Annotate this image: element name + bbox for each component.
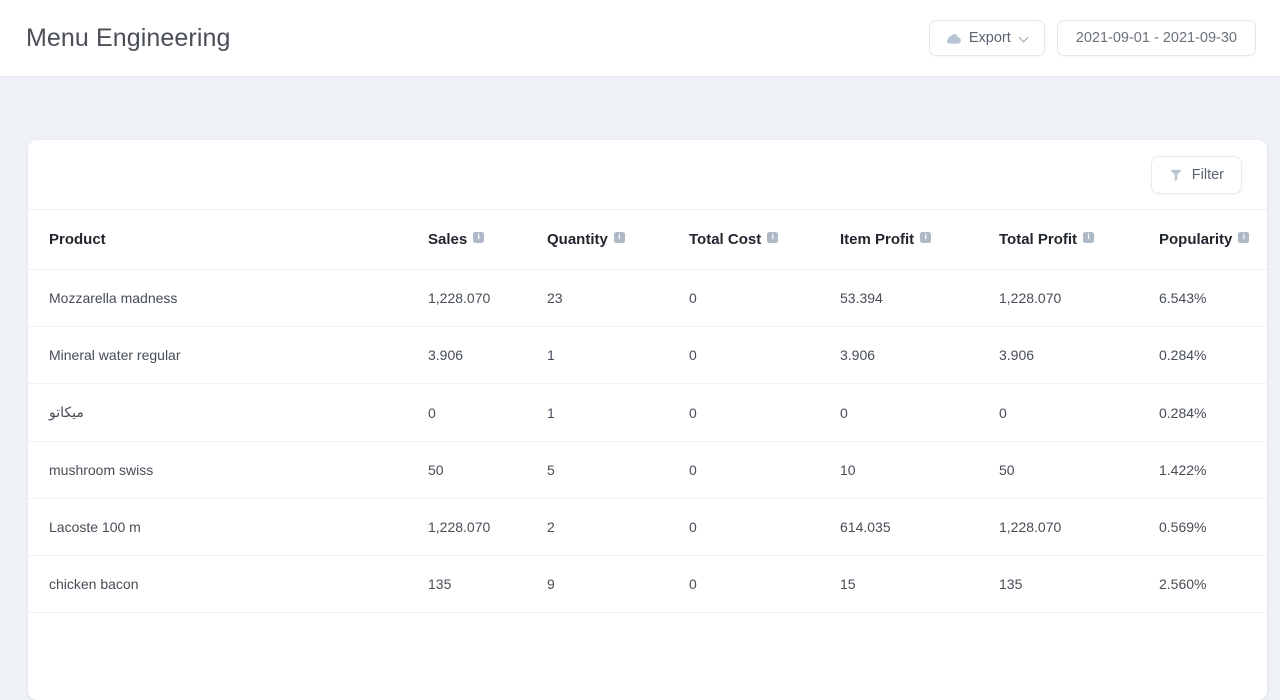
cell-quantity: 9 — [547, 556, 689, 613]
funnel-icon — [1169, 168, 1183, 182]
column-header-total-profit-label: Total Profit — [999, 231, 1077, 248]
cell-item-profit: 614.035 — [840, 499, 999, 556]
cell-total-profit: 135 — [999, 556, 1159, 613]
cell-total-profit: 1,228.070 — [999, 270, 1159, 327]
info-icon-total-profit[interactable] — [1083, 232, 1094, 243]
cell-total-cost: 0 — [689, 499, 840, 556]
top-header-bar: Menu Engineering Export 2021-09-01 - 202… — [0, 0, 1280, 77]
export-button-label: Export — [969, 30, 1011, 46]
cell-total-cost: 0 — [689, 270, 840, 327]
cell-sales: 135 — [428, 556, 547, 613]
info-icon-popularity[interactable] — [1238, 232, 1249, 243]
table-body: Mozzarella madness 1,228.070 23 0 53.394… — [28, 270, 1267, 613]
cell-product: ميكاتو — [28, 384, 428, 442]
table-header-row: Product Sales Quantity Total Cost Item P… — [28, 210, 1267, 270]
table-row[interactable]: Mineral water regular 3.906 1 0 3.906 3.… — [28, 327, 1267, 384]
date-range-button[interactable]: 2021-09-01 - 2021-09-30 — [1057, 20, 1256, 56]
cloud-icon — [945, 32, 962, 45]
table-head: Product Sales Quantity Total Cost Item P… — [28, 210, 1267, 270]
column-header-sales[interactable]: Sales — [428, 210, 547, 270]
date-range-label: 2021-09-01 - 2021-09-30 — [1076, 30, 1237, 46]
column-header-popularity[interactable]: Popularity — [1159, 210, 1267, 270]
chevron-down-icon — [1020, 34, 1029, 43]
table-row[interactable]: Lacoste 100 m 1,228.070 2 0 614.035 1,22… — [28, 499, 1267, 556]
column-header-quantity[interactable]: Quantity — [547, 210, 689, 270]
cell-sales: 1,228.070 — [428, 499, 547, 556]
cell-total-profit: 50 — [999, 442, 1159, 499]
column-header-item-profit-label: Item Profit — [840, 231, 914, 248]
cell-product: Mozzarella madness — [28, 270, 428, 327]
menu-engineering-table: Product Sales Quantity Total Cost Item P… — [28, 210, 1267, 613]
column-header-total-profit[interactable]: Total Profit — [999, 210, 1159, 270]
cell-product-arabic: ميكاتو — [49, 404, 84, 421]
column-header-popularity-label: Popularity — [1159, 231, 1232, 248]
filter-button-label: Filter — [1192, 167, 1224, 183]
cell-sales: 50 — [428, 442, 547, 499]
table-row[interactable]: ميكاتو 0 1 0 0 0 0.284% — [28, 384, 1267, 442]
page-title: Menu Engineering — [26, 26, 231, 51]
column-header-product-label: Product — [49, 231, 106, 248]
cell-quantity: 1 — [547, 327, 689, 384]
cell-popularity: 0.284% — [1159, 384, 1267, 442]
cell-popularity: 0.569% — [1159, 499, 1267, 556]
column-header-item-profit[interactable]: Item Profit — [840, 210, 999, 270]
menu-engineering-card: Filter Product Sales Quantity Total Cost… — [28, 140, 1267, 700]
cell-product: Lacoste 100 m — [28, 499, 428, 556]
cell-total-profit: 0 — [999, 384, 1159, 442]
cell-total-cost: 0 — [689, 442, 840, 499]
column-header-quantity-label: Quantity — [547, 231, 608, 248]
cell-quantity: 23 — [547, 270, 689, 327]
cell-total-profit: 1,228.070 — [999, 499, 1159, 556]
table-row[interactable]: chicken bacon 135 9 0 15 135 2.560% — [28, 556, 1267, 613]
cell-quantity: 2 — [547, 499, 689, 556]
cell-item-profit: 10 — [840, 442, 999, 499]
column-header-total-cost-label: Total Cost — [689, 231, 761, 248]
cell-sales: 0 — [428, 384, 547, 442]
cell-sales: 1,228.070 — [428, 270, 547, 327]
column-header-sales-label: Sales — [428, 231, 467, 248]
cell-total-profit: 3.906 — [999, 327, 1159, 384]
cell-product: mushroom swiss — [28, 442, 428, 499]
header-actions: Export 2021-09-01 - 2021-09-30 — [929, 20, 1256, 56]
filter-button[interactable]: Filter — [1151, 156, 1242, 194]
cell-total-cost: 0 — [689, 384, 840, 442]
cell-popularity: 1.422% — [1159, 442, 1267, 499]
cell-popularity: 0.284% — [1159, 327, 1267, 384]
cell-product: Mineral water regular — [28, 327, 428, 384]
column-header-total-cost[interactable]: Total Cost — [689, 210, 840, 270]
cell-item-profit: 53.394 — [840, 270, 999, 327]
column-header-product[interactable]: Product — [28, 210, 428, 270]
info-icon-total-cost[interactable] — [767, 232, 778, 243]
cell-popularity: 6.543% — [1159, 270, 1267, 327]
card-toolbar: Filter — [28, 140, 1267, 210]
info-icon-sales[interactable] — [473, 232, 484, 243]
cell-item-profit: 0 — [840, 384, 999, 442]
export-button[interactable]: Export — [929, 20, 1045, 56]
info-icon-item-profit[interactable] — [920, 232, 931, 243]
cell-popularity: 2.560% — [1159, 556, 1267, 613]
table-row[interactable]: Mozzarella madness 1,228.070 23 0 53.394… — [28, 270, 1267, 327]
cell-sales: 3.906 — [428, 327, 547, 384]
table-row[interactable]: mushroom swiss 50 5 0 10 50 1.422% — [28, 442, 1267, 499]
cell-item-profit: 15 — [840, 556, 999, 613]
cell-item-profit: 3.906 — [840, 327, 999, 384]
cell-quantity: 5 — [547, 442, 689, 499]
cell-product: chicken bacon — [28, 556, 428, 613]
cell-total-cost: 0 — [689, 327, 840, 384]
cell-quantity: 1 — [547, 384, 689, 442]
cell-total-cost: 0 — [689, 556, 840, 613]
info-icon-quantity[interactable] — [614, 232, 625, 243]
